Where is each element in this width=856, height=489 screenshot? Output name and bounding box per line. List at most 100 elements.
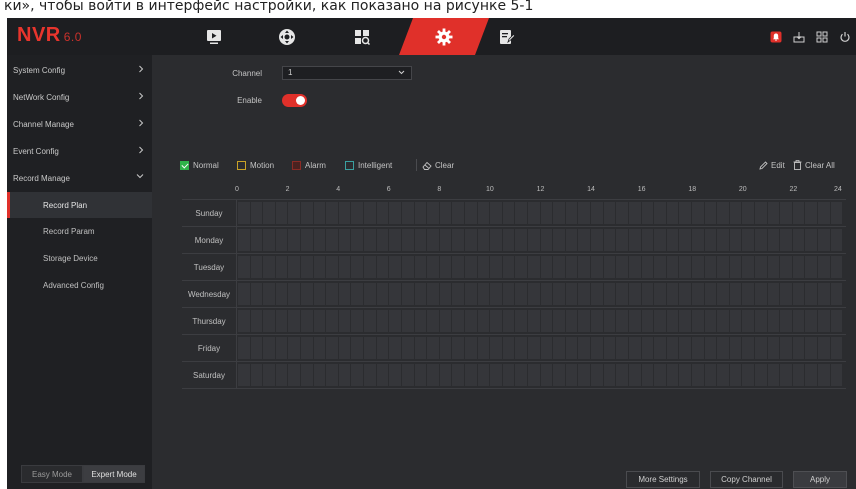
schedule-slot[interactable] xyxy=(704,256,718,278)
schedule-slot[interactable] xyxy=(616,337,629,359)
schedule-slot[interactable] xyxy=(364,202,377,224)
schedule-slot[interactable] xyxy=(628,229,642,251)
schedule-slot[interactable] xyxy=(553,202,566,224)
schedule-slot[interactable] xyxy=(464,310,478,332)
schedule-slot[interactable] xyxy=(691,202,705,224)
schedule-slot[interactable] xyxy=(515,283,529,305)
schedule-slot[interactable] xyxy=(452,202,465,224)
schedule-slot[interactable] xyxy=(603,256,617,278)
schedule-slot[interactable] xyxy=(679,202,692,224)
schedule-slot[interactable] xyxy=(553,310,566,332)
schedule-slot[interactable] xyxy=(477,364,491,386)
schedule-slot[interactable] xyxy=(565,283,579,305)
schedule-slot[interactable] xyxy=(528,229,541,251)
schedule-slot[interactable] xyxy=(376,364,390,386)
schedule-slot[interactable] xyxy=(414,283,428,305)
schedule-slot[interactable] xyxy=(628,337,642,359)
schedule-slot[interactable] xyxy=(401,283,415,305)
schedule-slot[interactable] xyxy=(540,310,554,332)
schedule-slot[interactable] xyxy=(767,364,781,386)
schedule-slot[interactable] xyxy=(704,337,718,359)
schedule-slot[interactable] xyxy=(364,229,377,251)
clear-button[interactable]: Clear xyxy=(422,159,454,171)
schedule-slot[interactable] xyxy=(754,256,768,278)
schedule-slot[interactable] xyxy=(288,310,302,332)
schedule-slot[interactable] xyxy=(679,256,692,278)
schedule-slot[interactable] xyxy=(490,283,503,305)
schedule-slot[interactable] xyxy=(754,310,768,332)
layout-button[interactable] xyxy=(810,18,833,55)
schedule-slot[interactable] xyxy=(427,256,440,278)
schedule-slot[interactable] xyxy=(414,337,428,359)
edit-button[interactable]: Edit xyxy=(759,159,785,171)
schedule-slot[interactable] xyxy=(464,229,478,251)
schedule-slot[interactable] xyxy=(704,310,718,332)
schedule-slot[interactable] xyxy=(767,256,781,278)
schedule-slot[interactable] xyxy=(263,256,276,278)
schedule-slot[interactable] xyxy=(641,310,655,332)
schedule-slot[interactable] xyxy=(578,202,592,224)
schedule-slot[interactable] xyxy=(250,256,264,278)
schedule-slot[interactable] xyxy=(616,202,629,224)
schedule-slot[interactable] xyxy=(376,256,390,278)
legend-motion[interactable]: Motion xyxy=(237,159,274,171)
schedule-slot[interactable] xyxy=(780,229,793,251)
schedule-slot[interactable] xyxy=(364,310,377,332)
schedule-slot[interactable] xyxy=(641,202,655,224)
schedule-slot[interactable] xyxy=(641,337,655,359)
schedule-slot[interactable] xyxy=(591,256,604,278)
schedule-slot[interactable] xyxy=(250,229,264,251)
schedule-slot[interactable] xyxy=(515,229,529,251)
schedule-slot[interactable] xyxy=(603,337,617,359)
nav-ptz[interactable] xyxy=(257,18,317,55)
schedule-slot[interactable] xyxy=(326,229,339,251)
schedule-slot[interactable] xyxy=(401,310,415,332)
schedule-slot[interactable] xyxy=(452,229,465,251)
schedule-slot[interactable] xyxy=(301,283,314,305)
schedule-slot[interactable] xyxy=(666,310,680,332)
schedule-slot[interactable] xyxy=(742,283,755,305)
nav-playback[interactable] xyxy=(184,18,244,55)
schedule-slot[interactable] xyxy=(452,337,465,359)
schedule-slot[interactable] xyxy=(641,256,655,278)
schedule-slot[interactable] xyxy=(301,364,314,386)
schedule-slot[interactable] xyxy=(805,283,819,305)
schedule-slot[interactable] xyxy=(679,337,692,359)
schedule-slot[interactable] xyxy=(717,202,730,224)
schedule-slot[interactable] xyxy=(490,310,503,332)
schedule-slot[interactable] xyxy=(565,364,579,386)
day-cells[interactable] xyxy=(238,202,844,224)
sidebar-sub-record-param[interactable]: Record Param xyxy=(7,218,152,244)
schedule-slot[interactable] xyxy=(502,229,516,251)
schedule-slot[interactable] xyxy=(540,229,554,251)
schedule-slot[interactable] xyxy=(464,337,478,359)
schedule-slot[interactable] xyxy=(338,310,352,332)
schedule-slot[interactable] xyxy=(754,229,768,251)
schedule-slot[interactable] xyxy=(351,229,365,251)
sidebar-item-event-config[interactable]: Event Config xyxy=(7,138,152,164)
schedule-slot[interactable] xyxy=(301,202,314,224)
schedule-slot[interactable] xyxy=(401,256,415,278)
schedule-slot[interactable] xyxy=(742,337,755,359)
schedule-slot[interactable] xyxy=(628,202,642,224)
schedule-slot[interactable] xyxy=(364,283,377,305)
schedule-slot[interactable] xyxy=(729,283,743,305)
schedule-slot[interactable] xyxy=(540,364,554,386)
schedule-slot[interactable] xyxy=(540,283,554,305)
schedule-slot[interactable] xyxy=(250,364,264,386)
schedule-slot[interactable] xyxy=(818,256,831,278)
schedule-slot[interactable] xyxy=(250,310,264,332)
schedule-slot[interactable] xyxy=(679,283,692,305)
schedule-slot[interactable] xyxy=(414,256,428,278)
schedule-slot[interactable] xyxy=(313,229,327,251)
schedule-slot[interactable] xyxy=(414,310,428,332)
schedule-slot[interactable] xyxy=(691,283,705,305)
schedule-slot[interactable] xyxy=(767,310,781,332)
schedule-slot[interactable] xyxy=(654,283,667,305)
schedule-slot[interactable] xyxy=(490,337,503,359)
day-cells[interactable] xyxy=(238,364,844,386)
schedule-slot[interactable] xyxy=(376,310,390,332)
schedule-slot[interactable] xyxy=(238,202,251,224)
schedule-slot[interactable] xyxy=(603,202,617,224)
legend-alarm[interactable]: Alarm xyxy=(292,159,326,171)
